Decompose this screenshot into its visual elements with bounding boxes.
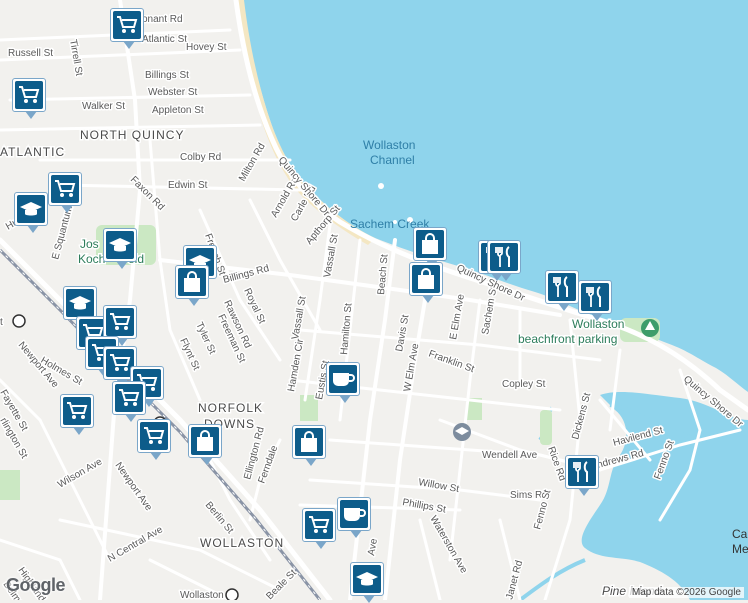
label-norfolk: NORFOLK	[198, 401, 263, 415]
svg-text:Edwin St: Edwin St	[168, 180, 208, 191]
label-jos: Jos	[80, 237, 99, 251]
cart-marker[interactable]	[60, 394, 94, 435]
svg-text:Appleton St: Appleton St	[152, 105, 204, 116]
map-attribution[interactable]: Map data ©2026 Google	[628, 587, 744, 598]
bag-icon	[416, 230, 444, 258]
graduation-icon	[106, 231, 134, 259]
restaurant-marker[interactable]	[545, 270, 579, 311]
cart-icon	[63, 397, 91, 425]
label-ca: Ca	[732, 527, 748, 541]
label-wollaston-channel-2: Channel	[370, 153, 415, 167]
cart-marker[interactable]	[12, 78, 46, 119]
map-canvas[interactable]: NORTH QUINCY ATLANTIC NORFOLK DOWNS WOLL…	[0, 0, 748, 600]
svg-text:Hovey St: Hovey St	[186, 42, 227, 53]
svg-text:Walker St: Walker St	[82, 101, 125, 112]
cart-icon	[113, 11, 141, 39]
graduation-marker[interactable]	[350, 562, 384, 603]
label-wollaston: WOLLASTON	[200, 536, 284, 550]
google-logo[interactable]: Google	[6, 575, 66, 596]
bag-marker[interactable]	[175, 265, 209, 306]
graduation-icon	[353, 565, 381, 593]
restaurant-icon	[548, 273, 576, 301]
cart-marker[interactable]	[110, 8, 144, 49]
svg-text:Webster St: Webster St	[148, 87, 197, 98]
bag-marker[interactable]	[413, 227, 447, 268]
svg-text:Colby Rd: Colby Rd	[180, 152, 221, 163]
svg-text:Billings St: Billings St	[145, 70, 189, 81]
restaurant-marker[interactable]	[487, 240, 521, 281]
transit-station-icon-2[interactable]	[225, 588, 239, 600]
label-wollaston-channel-1: Wollaston	[363, 138, 415, 152]
cart-marker[interactable]	[137, 419, 171, 460]
coffee-marker[interactable]	[337, 497, 371, 538]
bag-marker[interactable]	[409, 262, 443, 303]
label-station-t: t	[0, 317, 3, 328]
cart-icon	[51, 175, 79, 203]
graduation-icon	[66, 289, 94, 317]
park-small-4	[540, 410, 552, 445]
boat-1	[378, 183, 384, 189]
label-atlantic: ATLANTIC	[0, 145, 65, 159]
coffee-icon	[329, 365, 357, 393]
cart-marker[interactable]	[112, 381, 146, 422]
cart-icon	[106, 308, 134, 336]
coffee-icon	[340, 500, 368, 528]
graduation-icon	[17, 195, 45, 223]
restaurant-icon	[490, 243, 518, 271]
cart-icon	[305, 511, 333, 539]
label-north-quincy: NORTH QUINCY	[80, 128, 184, 142]
transit-station-icon[interactable]	[12, 314, 26, 328]
svg-text:onant Rd: onant Rd	[142, 14, 183, 25]
coffee-marker[interactable]	[326, 362, 360, 403]
svg-text:Wendell Ave: Wendell Ave	[482, 450, 538, 461]
restaurant-marker[interactable]	[565, 455, 599, 496]
graduation-marker[interactable]	[103, 228, 137, 269]
restaurant-icon	[581, 283, 609, 311]
cart-marker[interactable]	[103, 305, 137, 346]
label-beachfront-parking: beachfront parking	[518, 332, 617, 346]
restaurant-marker[interactable]	[578, 280, 612, 321]
label-wollaston-station: Wollaston	[180, 590, 224, 600]
graduation-marker[interactable]	[14, 192, 48, 233]
cart-icon	[15, 81, 43, 109]
bag-icon	[295, 428, 323, 456]
bag-icon	[412, 265, 440, 293]
label-koch: Koch	[78, 252, 105, 266]
bag-icon	[178, 268, 206, 296]
svg-text:Copley St: Copley St	[502, 379, 546, 390]
bag-marker[interactable]	[188, 424, 222, 465]
svg-text:Russell St: Russell St	[8, 48, 53, 59]
cart-icon	[140, 422, 168, 450]
bag-marker[interactable]	[292, 425, 326, 466]
restaurant-icon	[568, 458, 596, 486]
svg-text:Atlantic St: Atlantic St	[142, 34, 187, 45]
graduation-marker[interactable]	[63, 286, 97, 327]
label-memo: Memo	[732, 542, 748, 556]
cart-icon	[115, 384, 143, 412]
cart-marker[interactable]	[302, 508, 336, 549]
park-small-3	[0, 470, 20, 500]
bag-icon	[191, 427, 219, 455]
cart-marker[interactable]	[48, 172, 82, 213]
